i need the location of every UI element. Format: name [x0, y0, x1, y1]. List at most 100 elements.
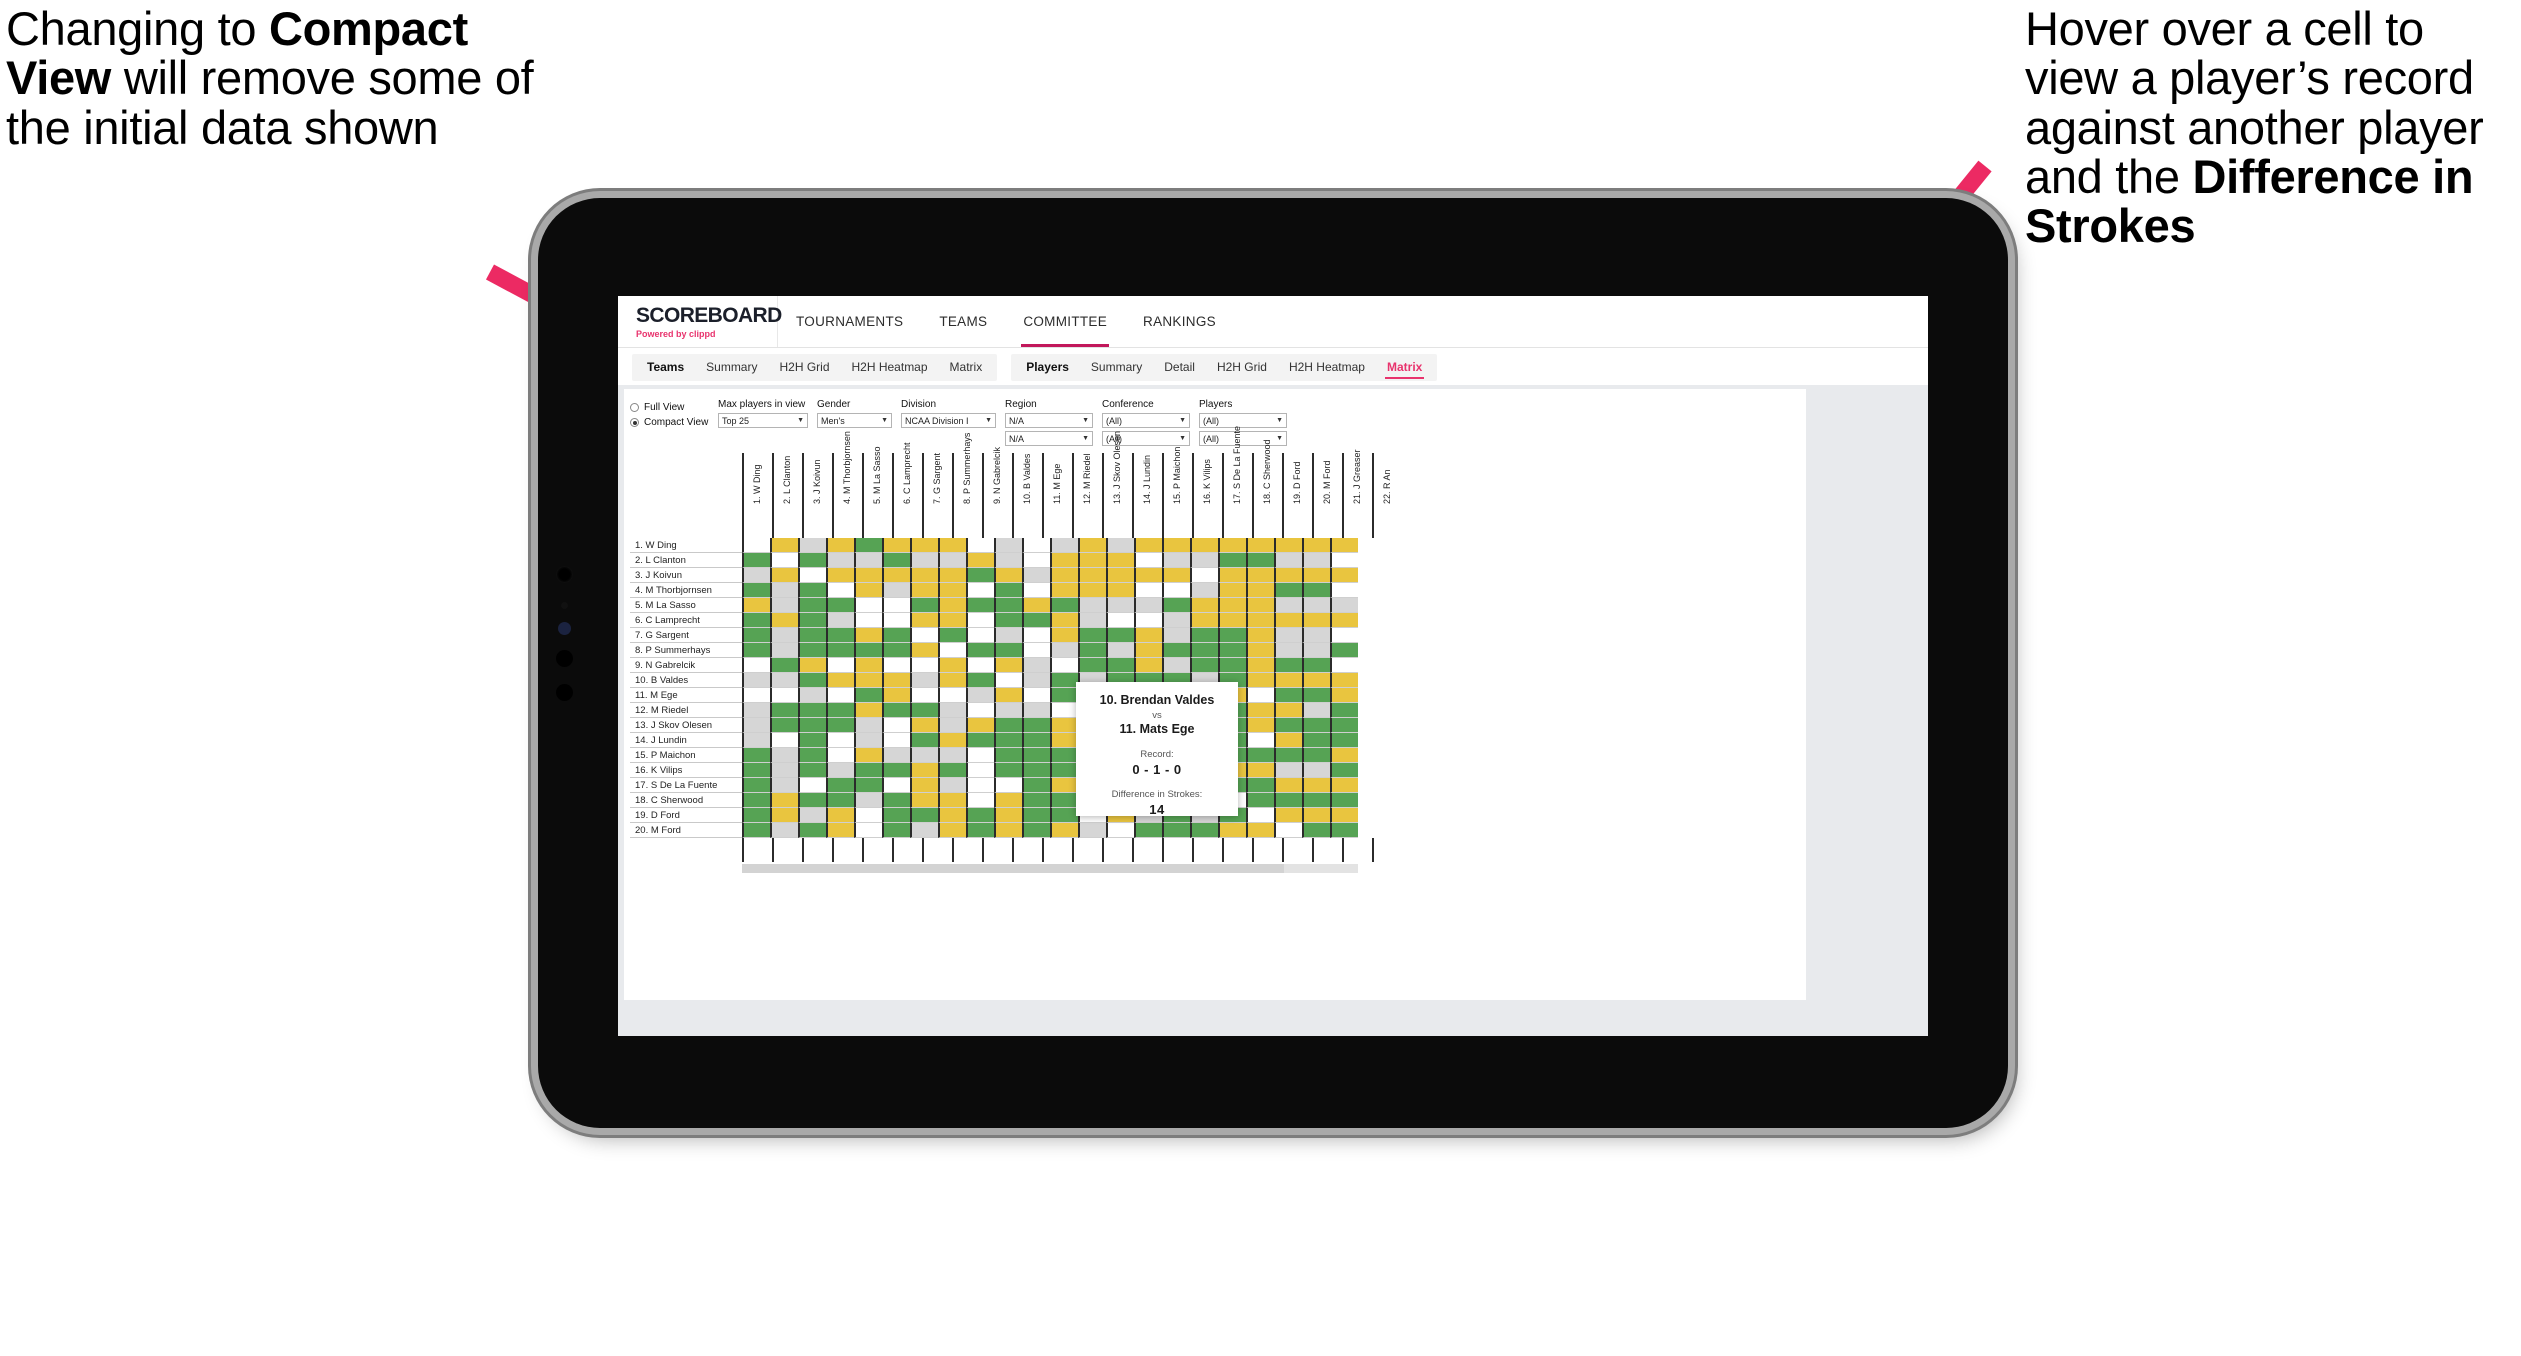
- matrix-cell[interactable]: [1190, 583, 1218, 598]
- matrix-cell[interactable]: [1162, 823, 1190, 838]
- matrix-cell[interactable]: [826, 733, 854, 748]
- matrix-col-header[interactable]: 15. P Maichon: [1162, 447, 1192, 538]
- matrix-col-header[interactable]: 20. M Ford: [1312, 453, 1342, 538]
- matrix-cell[interactable]: [1022, 793, 1050, 808]
- matrix-cell[interactable]: [1330, 568, 1358, 583]
- matrix-cell[interactable]: [770, 598, 798, 613]
- matrix-cell[interactable]: [854, 628, 882, 643]
- matrix-cell[interactable]: [966, 613, 994, 628]
- matrix-cell[interactable]: [1050, 613, 1078, 628]
- matrix-cell[interactable]: [1050, 658, 1078, 673]
- matrix-cell[interactable]: [742, 703, 770, 718]
- matrix-cell[interactable]: [994, 718, 1022, 733]
- matrix-cell[interactable]: [1330, 613, 1358, 628]
- matrix-cell[interactable]: [1190, 658, 1218, 673]
- matrix-cell[interactable]: [966, 688, 994, 703]
- matrix-cell[interactable]: [910, 673, 938, 688]
- matrix-cell[interactable]: [966, 778, 994, 793]
- matrix-cell[interactable]: [826, 553, 854, 568]
- matrix-cell[interactable]: [798, 748, 826, 763]
- matrix-col-header[interactable]: 1. W Ding: [742, 453, 772, 538]
- matrix-cell[interactable]: [882, 553, 910, 568]
- matrix-cell[interactable]: [770, 613, 798, 628]
- matrix-cell[interactable]: [826, 613, 854, 628]
- matrix-cell[interactable]: [798, 613, 826, 628]
- matrix-cell[interactable]: [1106, 598, 1134, 613]
- matrix-cell[interactable]: [742, 778, 770, 793]
- matrix-cell[interactable]: [910, 598, 938, 613]
- matrix-cell[interactable]: [1078, 598, 1106, 613]
- matrix-cell[interactable]: [742, 553, 770, 568]
- matrix-cell[interactable]: [1162, 538, 1190, 553]
- matrix-col-header[interactable]: 6. C Lamprecht: [892, 442, 922, 538]
- matrix-cell[interactable]: [1078, 613, 1106, 628]
- matrix-cell[interactable]: [1134, 643, 1162, 658]
- matrix-cell[interactable]: [1022, 823, 1050, 838]
- matrix-cell[interactable]: [910, 568, 938, 583]
- matrix-cell[interactable]: [742, 598, 770, 613]
- matrix-cell[interactable]: [826, 598, 854, 613]
- matrix-row-label[interactable]: 9. N Gabrelcik: [630, 658, 742, 673]
- subnav-players-h2h-grid[interactable]: H2H Grid: [1206, 354, 1278, 381]
- matrix-cell[interactable]: [1302, 673, 1330, 688]
- matrix-cell[interactable]: [1302, 658, 1330, 673]
- matrix-cell[interactable]: [854, 598, 882, 613]
- matrix-cell[interactable]: [798, 793, 826, 808]
- matrix-row-label[interactable]: 3. J Koivun: [630, 568, 742, 583]
- matrix-cell[interactable]: [854, 718, 882, 733]
- matrix-cell[interactable]: [1106, 823, 1134, 838]
- matrix-cell[interactable]: [1050, 718, 1078, 733]
- matrix-cell[interactable]: [742, 568, 770, 583]
- matrix-cell[interactable]: [742, 538, 770, 553]
- matrix-cell[interactable]: [1330, 793, 1358, 808]
- matrix-cell[interactable]: [910, 733, 938, 748]
- matrix-cell[interactable]: [826, 658, 854, 673]
- matrix-cell[interactable]: [1274, 643, 1302, 658]
- matrix-cell[interactable]: [1050, 568, 1078, 583]
- matrix-cell[interactable]: [1246, 673, 1274, 688]
- matrix-cell[interactable]: [1078, 553, 1106, 568]
- matrix-cell[interactable]: [1302, 718, 1330, 733]
- matrix-cell[interactable]: [854, 778, 882, 793]
- matrix-row-label[interactable]: 8. P Summerhays: [630, 643, 742, 658]
- matrix-cell[interactable]: [1162, 658, 1190, 673]
- matrix-cell[interactable]: [826, 643, 854, 658]
- matrix-cell[interactable]: [1106, 613, 1134, 628]
- matrix-cell[interactable]: [798, 598, 826, 613]
- matrix-cell[interactable]: [1218, 598, 1246, 613]
- matrix-cell[interactable]: [966, 823, 994, 838]
- matrix-cell[interactable]: [966, 703, 994, 718]
- matrix-cell[interactable]: [938, 778, 966, 793]
- matrix-cell[interactable]: [1246, 583, 1274, 598]
- matrix-cell[interactable]: [994, 778, 1022, 793]
- matrix-cell[interactable]: [770, 763, 798, 778]
- matrix-cell[interactable]: [826, 688, 854, 703]
- side-button-bottom[interactable]: [556, 684, 573, 701]
- matrix-cell[interactable]: [1022, 688, 1050, 703]
- matrix-cell[interactable]: [1078, 583, 1106, 598]
- matrix-cell[interactable]: [966, 553, 994, 568]
- matrix-col-header[interactable]: 21. J Greaser: [1342, 449, 1372, 538]
- matrix-row-label[interactable]: 18. C Sherwood: [630, 793, 742, 808]
- matrix-cell[interactable]: [1022, 643, 1050, 658]
- matrix-cell[interactable]: [1246, 763, 1274, 778]
- matrix-cell[interactable]: [1022, 778, 1050, 793]
- matrix-cell[interactable]: [1190, 568, 1218, 583]
- matrix-cell[interactable]: [770, 793, 798, 808]
- matrix-cell[interactable]: [770, 538, 798, 553]
- matrix-cell[interactable]: [910, 718, 938, 733]
- matrix-cell[interactable]: [798, 823, 826, 838]
- matrix-cell[interactable]: [1246, 733, 1274, 748]
- matrix-cell[interactable]: [1302, 583, 1330, 598]
- matrix-cell[interactable]: [994, 598, 1022, 613]
- matrix-cell[interactable]: [1246, 568, 1274, 583]
- matrix-cell[interactable]: [1330, 598, 1358, 613]
- matrix-cell[interactable]: [826, 673, 854, 688]
- matrix-cell[interactable]: [742, 688, 770, 703]
- matrix-cell[interactable]: [798, 538, 826, 553]
- matrix-cell[interactable]: [1162, 568, 1190, 583]
- matrix-cell[interactable]: [770, 688, 798, 703]
- matrix-cell[interactable]: [994, 793, 1022, 808]
- matrix-cell[interactable]: [1330, 718, 1358, 733]
- matrix-cell[interactable]: [742, 658, 770, 673]
